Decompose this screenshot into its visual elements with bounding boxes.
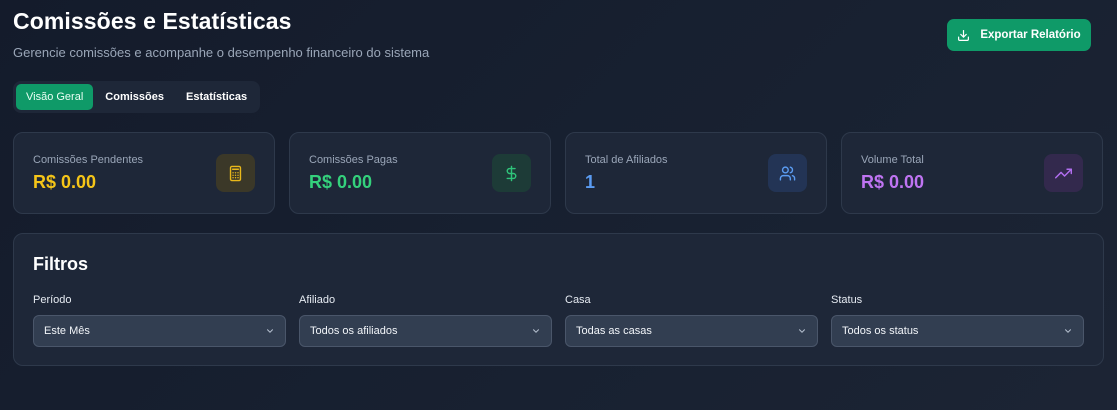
chevron-down-icon — [266, 329, 274, 333]
stat-value: R$ 0.00 — [309, 172, 373, 192]
calculator-icon — [216, 154, 255, 192]
filter-status-label: Status — [831, 294, 863, 306]
period-select[interactable]: Este Mês — [33, 315, 286, 347]
tab-statistics[interactable]: Estatísticas — [176, 84, 257, 110]
stat-card-total-affiliates: Total de Afiliados 1 — [565, 132, 827, 214]
stat-value: R$ 0.00 — [861, 172, 925, 192]
page-subtitle: Gerencie comissões e acompanhe o desempe… — [13, 45, 430, 60]
page: Comissões e Estatísticas Gerencie comiss… — [0, 0, 1117, 410]
filter-house: Casa Todas as casas — [565, 294, 818, 347]
filter-status: Status Todos os status — [831, 294, 1084, 347]
stat-value: R$ 0.00 — [33, 172, 97, 192]
affiliate-select[interactable]: Todos os afiliados — [299, 315, 552, 347]
stat-card-total-volume: Volume Total R$ 0.00 — [841, 132, 1103, 214]
stat-label: Comissões Pendentes — [33, 154, 144, 166]
page-title: Comissões e Estatísticas — [13, 8, 292, 34]
download-icon — [958, 29, 970, 41]
filter-period-label: Período — [33, 294, 72, 306]
house-select[interactable]: Todas as casas — [565, 315, 818, 347]
filter-affiliate-label: Afiliado — [299, 294, 336, 306]
house-select-value: Todas as casas — [576, 325, 652, 337]
stat-value: 1 — [585, 172, 596, 192]
stats-cards: Comissões Pendentes R$ 0.00 Comissões Pa… — [13, 132, 1103, 214]
filter-period: Período Este Mês — [33, 294, 286, 347]
export-report-button[interactable]: Exportar Relatório — [947, 19, 1091, 51]
tab-commissions[interactable]: Comissões — [95, 84, 174, 110]
stat-label: Total de Afiliados — [585, 154, 668, 166]
page-header: Comissões e Estatísticas Gerencie comiss… — [13, 0, 1104, 80]
export-report-label: Exportar Relatório — [980, 29, 1081, 41]
filter-house-label: Casa — [565, 294, 591, 306]
chevron-down-icon — [798, 329, 806, 333]
chevron-down-icon — [532, 329, 540, 333]
chevron-down-icon — [1064, 329, 1072, 333]
status-select[interactable]: Todos os status — [831, 315, 1084, 347]
filters-title: Filtros — [33, 254, 89, 274]
tab-overview[interactable]: Visão Geral — [16, 84, 94, 110]
affiliate-select-value: Todos os afiliados — [310, 325, 398, 337]
trending-up-icon — [1044, 154, 1083, 192]
dollar-icon — [492, 154, 531, 192]
stat-card-paid-commissions: Comissões Pagas R$ 0.00 — [289, 132, 551, 214]
filter-affiliate: Afiliado Todos os afiliados — [299, 294, 552, 347]
stat-label: Volume Total — [861, 154, 924, 166]
stat-label: Comissões Pagas — [309, 154, 398, 166]
period-select-value: Este Mês — [44, 325, 90, 337]
stat-card-pending-commissions: Comissões Pendentes R$ 0.00 — [13, 132, 275, 214]
status-select-value: Todos os status — [842, 325, 919, 337]
users-icon — [768, 154, 807, 192]
tab-list: Visão Geral Comissões Estatísticas — [13, 81, 261, 113]
filters-panel: Filtros Período Este Mês Afiliado Todos … — [13, 233, 1104, 366]
